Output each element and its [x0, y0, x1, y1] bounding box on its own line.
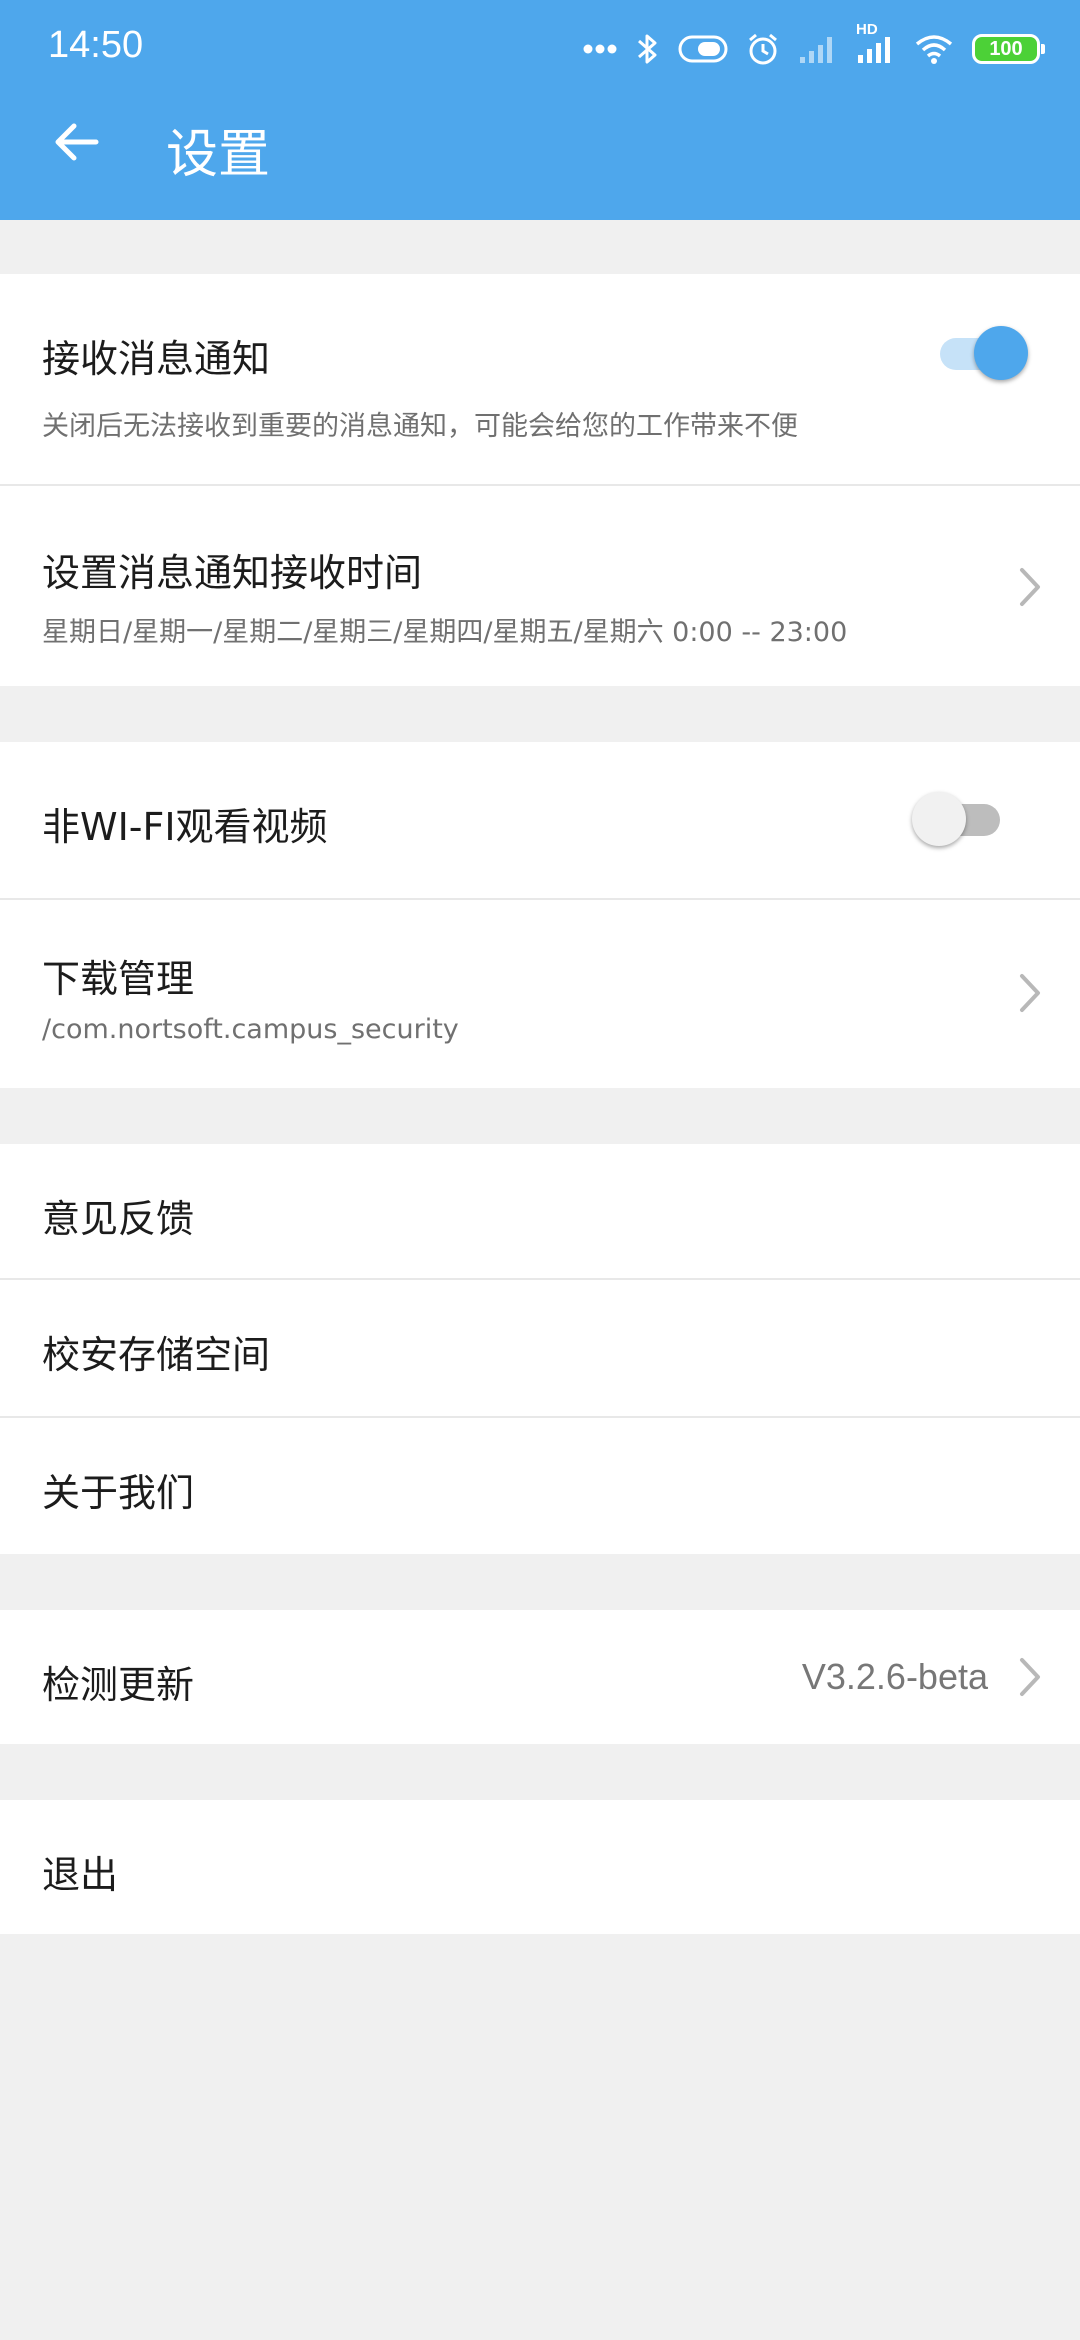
download-management-path: /com.nortsoft.campus_security: [42, 1014, 459, 1045]
toggle-knob: [974, 326, 1028, 380]
feedback-row[interactable]: 意见反馈: [0, 1144, 1080, 1278]
bluetooth-icon: [636, 31, 660, 67]
notification-time-subtitle: 星期日/星期一/星期二/星期三/星期四/星期五/星期六 0:00 -- 23:0…: [42, 617, 848, 648]
status-bar: 14:50 HD 100: [0, 0, 1080, 96]
storage-title: 校安存储空间: [42, 1333, 271, 1377]
wifi-video-row: 非WI-FI观看视频: [0, 742, 1080, 898]
toggle-pill-icon: [678, 35, 728, 63]
more-dots-icon: [582, 43, 618, 55]
storage-row[interactable]: 校安存储空间: [0, 1280, 1080, 1416]
page-title: 设置: [166, 125, 271, 185]
hd-label: HD: [856, 21, 878, 38]
logout-title: 退出: [42, 1853, 119, 1897]
back-button[interactable]: [44, 110, 108, 174]
logout-row[interactable]: 退出: [0, 1800, 1080, 1934]
app-version: V3.2.6-beta: [801, 1656, 988, 1697]
wifi-video-toggle[interactable]: [912, 792, 1008, 846]
receive-notification-title: 接收消息通知: [42, 337, 271, 381]
status-icons: HD 100: [582, 21, 1045, 72]
feedback-title: 意见反馈: [42, 1197, 195, 1241]
receive-notification-subtitle: 关闭后无法接收到重要的消息通知，可能会给您的工作带来不便: [42, 411, 798, 442]
signal-hd-icon: HD: [856, 21, 896, 65]
wifi-icon: [914, 33, 954, 65]
chevron-right-icon: [1020, 568, 1040, 606]
signal-icon: [798, 33, 838, 65]
arrow-left-icon: [55, 123, 99, 161]
about-us-title: 关于我们: [42, 1471, 195, 1515]
alarm-icon: [746, 32, 780, 66]
notification-time-title: 设置消息通知接收时间: [42, 551, 423, 595]
download-management-row[interactable]: 下载管理 /com.nortsoft.campus_security: [0, 900, 1080, 1088]
check-update-row[interactable]: 检测更新 V3.2.6-beta: [0, 1610, 1080, 1744]
status-time: 14:50: [48, 24, 144, 66]
chevron-right-icon: [1020, 1658, 1040, 1696]
about-us-row[interactable]: 关于我们: [0, 1418, 1080, 1554]
battery-icon: 100: [972, 34, 1045, 64]
notification-time-row[interactable]: 设置消息通知接收时间 星期日/星期一/星期二/星期三/星期四/星期五/星期六 0…: [0, 486, 1080, 686]
toggle-knob: [912, 792, 966, 846]
download-management-title: 下载管理: [42, 957, 195, 1001]
chevron-right-icon: [1020, 974, 1040, 1012]
receive-notification-row: 接收消息通知 关闭后无法接收到重要的消息通知，可能会给您的工作带来不便: [0, 274, 1080, 484]
check-update-title: 检测更新: [42, 1663, 195, 1707]
wifi-video-title: 非WI-FI观看视频: [42, 805, 328, 849]
receive-notification-toggle[interactable]: [932, 326, 1028, 380]
app-bar: 14:50 HD 100 设置: [0, 0, 1080, 220]
